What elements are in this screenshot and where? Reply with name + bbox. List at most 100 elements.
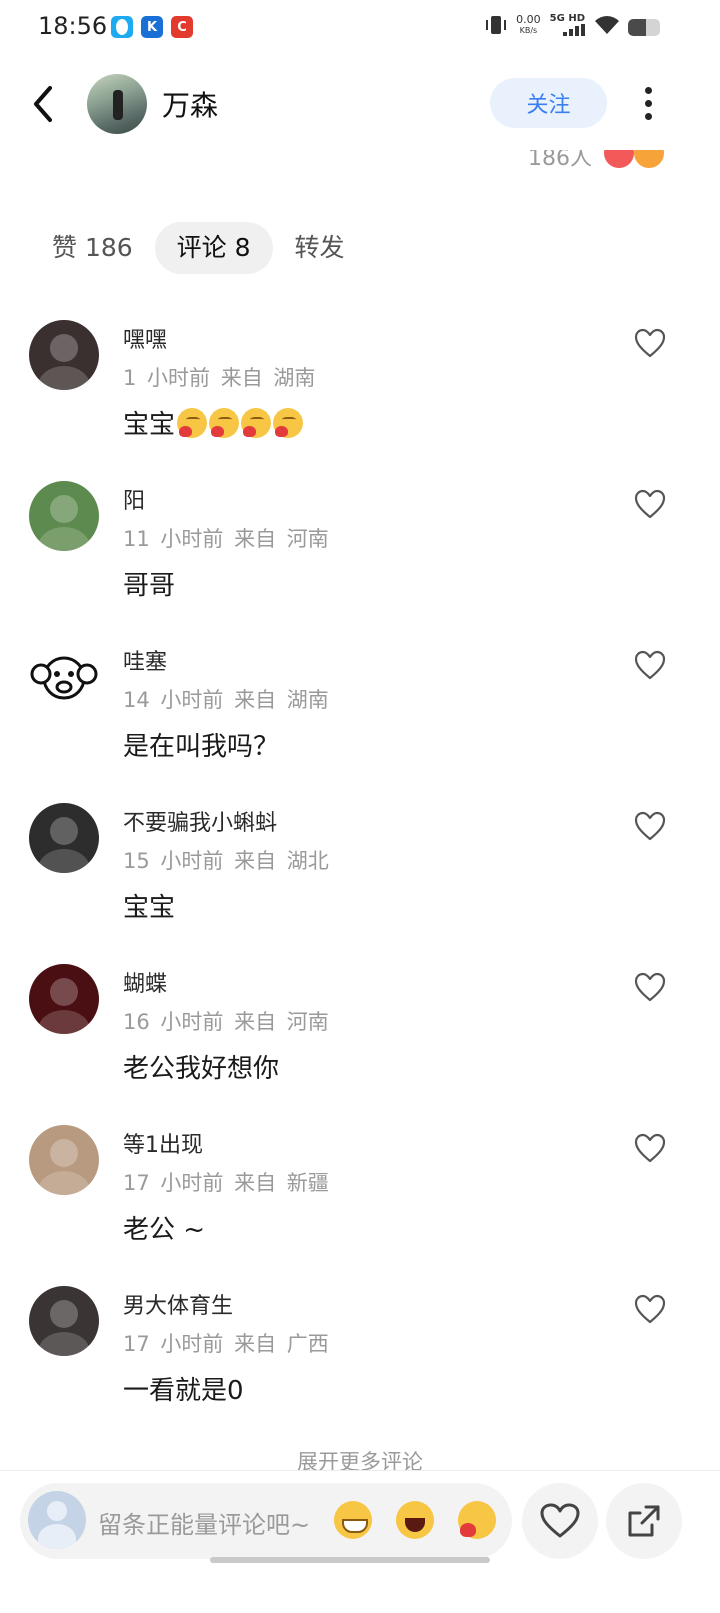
share-button[interactable] <box>606 1483 682 1559</box>
heart-outline-icon <box>540 1503 580 1538</box>
status-time: 18:56 <box>38 12 108 40</box>
comment-time: 11 小时前 <box>123 527 224 551</box>
comment-region: 河南 <box>286 527 329 551</box>
tab-reposts[interactable]: 转发 <box>279 222 361 274</box>
comment-from-label: 来自 <box>234 688 277 712</box>
comment-author[interactable]: 不要骗我小蝌蚪 <box>123 805 277 837</box>
avatar[interactable] <box>29 803 99 873</box>
comment-from-label: 来自 <box>234 1010 277 1034</box>
comment-author[interactable]: 男大体育生 <box>123 1288 233 1320</box>
avatar[interactable] <box>29 964 99 1034</box>
heart-outline-icon[interactable] <box>634 1133 666 1163</box>
comment-body: 是在叫我吗？ <box>123 732 280 762</box>
comment-body: 哥哥 <box>123 571 176 601</box>
heart-outline-icon[interactable] <box>634 811 666 841</box>
comment-text: 是在叫我吗？ <box>123 726 279 763</box>
heart-emoji-icon <box>209 407 240 438</box>
qq-app-icon <box>111 16 133 38</box>
tab-comments[interactable]: 评论 8 <box>154 222 273 274</box>
comment-meta: 11 小时前 来自 河南 <box>123 523 329 553</box>
comment-body: 一看就是0 <box>123 1376 244 1406</box>
comment-text: 一看就是0 <box>123 1370 244 1407</box>
laugh-emoji-icon[interactable] <box>396 1501 434 1539</box>
more-vertical-icon[interactable] <box>636 84 660 124</box>
comment-item[interactable]: 嘿嘿 1 小时前 来自 湖南 宝宝 <box>0 320 720 481</box>
comment-meta: 15 小时前 来自 湖北 <box>123 845 329 875</box>
comment-from-label: 来自 <box>220 366 263 390</box>
home-indicator[interactable] <box>210 1557 490 1563</box>
comment-item[interactable]: 哇塞 14 小时前 来自 湖南 是在叫我吗？ <box>0 642 720 803</box>
comment-author[interactable]: 等1出现 <box>123 1127 203 1159</box>
battery-level <box>628 19 646 36</box>
heart-outline-icon[interactable] <box>634 489 666 519</box>
tab-bar: 赞 186 评论 8 转发 <box>36 222 367 274</box>
heart-outline-icon[interactable] <box>634 650 666 680</box>
comment-time: 16 小时前 <box>123 1010 224 1034</box>
love-face-reaction-icon <box>634 150 664 168</box>
comment-region: 湖南 <box>286 688 329 712</box>
follow-button[interactable]: 关注 <box>490 78 607 128</box>
comment-meta: 14 小时前 来自 湖南 <box>123 684 329 714</box>
username[interactable]: 万森 <box>162 84 218 124</box>
like-summary: 186人 <box>0 150 720 172</box>
comment-region: 河南 <box>286 1010 329 1034</box>
heart-outline-icon[interactable] <box>634 1294 666 1324</box>
bottom-bar: 留条正能量评论吧~ <box>0 1470 720 1613</box>
comment-from-label: 来自 <box>234 1171 277 1195</box>
comment-input[interactable]: 留条正能量评论吧~ <box>20 1483 512 1559</box>
comment-body: 老公 ~ <box>123 1215 206 1245</box>
comment-author[interactable]: 蝴蝶 <box>123 966 167 998</box>
comment-author[interactable]: 阳 <box>123 483 145 515</box>
comment-from-label: 来自 <box>234 1332 277 1356</box>
chevron-left-icon[interactable] <box>26 82 60 126</box>
avatar[interactable] <box>29 320 99 390</box>
heart-emoji-icon[interactable] <box>458 1501 496 1539</box>
comment-item[interactable]: 男大体育生 17 小时前 来自 广西 一看就是0 <box>0 1286 720 1447</box>
heart-emoji-icon <box>241 407 272 438</box>
comment-meta: 17 小时前 来自 广西 <box>123 1328 329 1358</box>
user-avatar-icon <box>28 1491 86 1549</box>
avatar[interactable] <box>29 642 99 712</box>
comment-time: 1 小时前 <box>123 366 211 390</box>
comment-from-label: 来自 <box>234 849 277 873</box>
avatar[interactable] <box>29 481 99 551</box>
comment-time: 14 小时前 <box>123 688 224 712</box>
comment-item[interactable]: 不要骗我小蝌蚪 15 小时前 来自 湖北宝宝 <box>0 803 720 964</box>
grin-emoji-icon[interactable] <box>334 1501 372 1539</box>
comment-region: 湖南 <box>273 366 316 390</box>
comment-time: 17 小时前 <box>123 1332 224 1356</box>
avatar[interactable] <box>29 1286 99 1356</box>
battery-icon <box>628 19 660 36</box>
comment-text: 宝宝 <box>123 404 304 441</box>
comment-text: 老公 ~ <box>123 1209 205 1246</box>
share-icon <box>628 1505 660 1537</box>
network-indicator: 5G HD <box>550 14 585 36</box>
tab-likes[interactable]: 赞 186 <box>36 222 149 274</box>
comment-region: 新疆 <box>286 1171 329 1195</box>
comment-item[interactable]: 蝴蝶 16 小时前 来自 河南 老公我好想你 <box>0 964 720 1125</box>
status-app-icons: K C <box>111 16 193 38</box>
status-right: 0.00 KB/s 5G HD <box>485 14 620 36</box>
comment-body: 老公我好想你 <box>123 1054 280 1084</box>
like-button[interactable] <box>522 1483 598 1559</box>
comment-meta: 1 小时前 来自 湖南 <box>123 362 315 392</box>
c-app-icon: C <box>171 16 193 38</box>
heart-outline-icon[interactable] <box>634 972 666 1002</box>
comment-item[interactable]: 阳 11 小时前 来自 河南 哥哥 <box>0 481 720 642</box>
comment-from-label: 来自 <box>234 527 277 551</box>
k-app-icon: K <box>141 16 163 38</box>
comment-body: 宝宝 <box>123 410 176 440</box>
comment-author[interactable]: 嘿嘿 <box>123 322 167 354</box>
heart-outline-icon[interactable] <box>634 328 666 358</box>
vibrate-icon <box>486 16 507 34</box>
comment-item[interactable]: 等1出现 17 小时前 来自 新疆 老公 ~ <box>0 1125 720 1286</box>
avatar[interactable] <box>29 1125 99 1195</box>
wifi-icon <box>595 16 619 34</box>
avatar[interactable] <box>87 74 147 134</box>
comment-text: 宝宝 <box>123 887 175 924</box>
net-speed: 0.00 KB/s <box>516 13 541 35</box>
heart-emoji-icon <box>177 407 208 438</box>
comment-meta: 17 小时前 来自 新疆 <box>123 1167 329 1197</box>
signal-icon <box>563 24 585 36</box>
comment-author[interactable]: 哇塞 <box>123 644 167 676</box>
